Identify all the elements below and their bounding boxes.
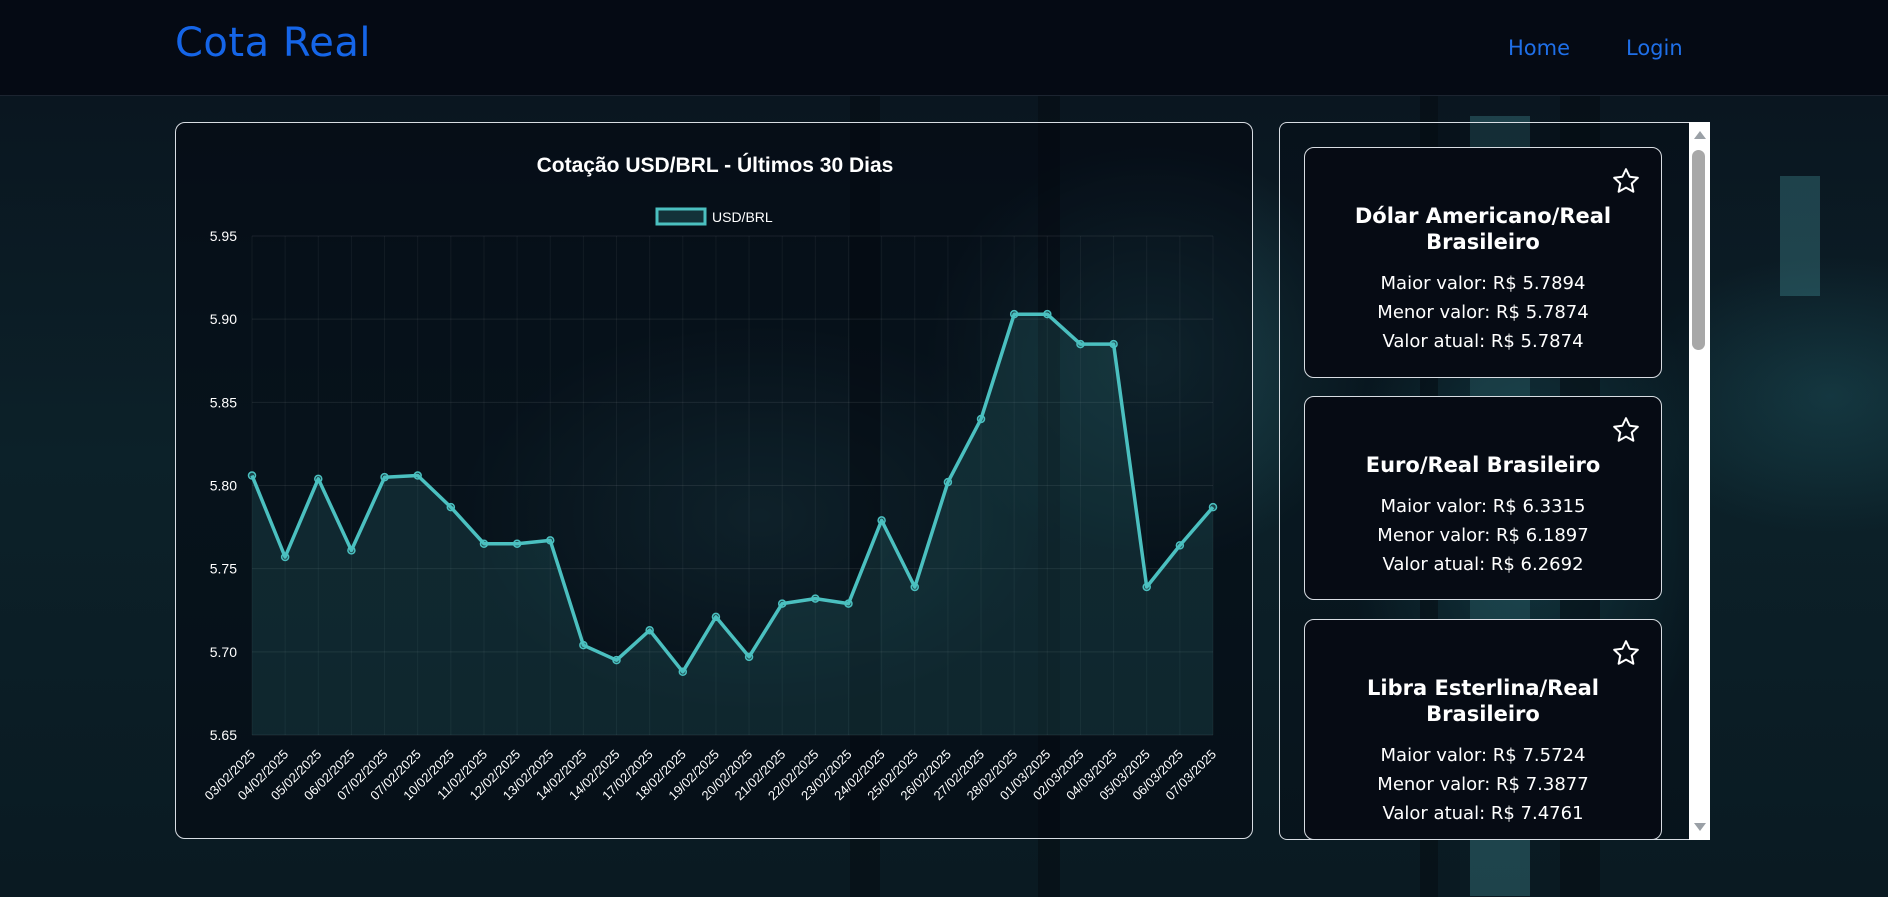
data-point [711, 612, 721, 622]
data-point [1175, 541, 1185, 550]
card-min-value: Menor valor: R$ 7.3877 [1377, 774, 1589, 795]
data-point [811, 594, 820, 603]
data-point [446, 502, 456, 512]
scroll-down-arrow-icon[interactable] [1694, 823, 1706, 831]
data-point [545, 536, 555, 545]
data-point [413, 471, 422, 480]
data-point [314, 474, 323, 484]
data-point [678, 667, 688, 677]
data-point [380, 472, 389, 482]
data-point [512, 539, 522, 548]
data-point [1043, 309, 1052, 319]
y-tick-label: 5.95 [210, 228, 237, 244]
data-point [579, 640, 588, 650]
star-outline-icon[interactable] [1611, 166, 1641, 196]
card-max-value: Maior valor: R$ 6.3315 [1380, 496, 1586, 517]
data-point [479, 539, 489, 548]
data-point [1208, 502, 1218, 512]
data-point [645, 625, 654, 635]
brand-logo[interactable]: Cota Real [175, 20, 371, 66]
data-point [910, 582, 920, 592]
currency-card-gbp[interactable]: Libra Esterlina/Real Brasileiro Maior va… [1304, 619, 1662, 840]
data-point [1109, 339, 1118, 349]
scroll-up-arrow-icon[interactable] [1694, 131, 1706, 139]
card-max-value: Maior valor: R$ 5.7894 [1380, 273, 1586, 294]
card-current-value: Valor atual: R$ 7.4761 [1382, 803, 1584, 824]
card-current-value: Valor atual: R$ 5.7874 [1382, 331, 1584, 352]
data-point [280, 552, 290, 562]
y-tick-label: 5.80 [210, 478, 237, 494]
chart-title: Cotação USD/BRL - Últimos 30 Dias [537, 153, 894, 177]
scroll-thumb[interactable] [1692, 150, 1705, 350]
currency-card-eur[interactable]: Euro/Real Brasileiro Maior valor: R$ 6.3… [1304, 396, 1662, 600]
y-tick-label: 5.85 [210, 394, 237, 410]
chart-legend[interactable]: USD/BRL [655, 207, 773, 226]
legend-swatch [655, 207, 707, 226]
star-outline-icon[interactable] [1611, 415, 1641, 445]
y-tick-label: 5.75 [210, 561, 237, 577]
chart-panel: 5.95 5.90 5.85 5.80 5.75 5.70 5.65 03/02/2025 0… [175, 122, 1253, 839]
data-point [1142, 582, 1151, 592]
card-max-value: Maior valor: R$ 7.5724 [1380, 745, 1586, 766]
data-point [347, 546, 356, 555]
y-tick-label: 5.90 [210, 311, 237, 327]
star-outline-icon[interactable] [1611, 638, 1641, 668]
nav-home-link[interactable]: Home [1508, 36, 1570, 60]
data-point [943, 477, 953, 487]
top-navbar: Cota Real Home Login [0, 0, 1888, 96]
card-title: Libra Esterlina/Real Brasileiro [1367, 676, 1599, 726]
card-title: Dólar Americano/Real Brasileiro [1354, 204, 1612, 254]
card-current-value: Valor atual: R$ 6.2692 [1382, 554, 1584, 575]
data-point [744, 652, 754, 662]
data-point [1009, 309, 1019, 319]
card-min-value: Menor valor: R$ 6.1897 [1377, 525, 1589, 546]
data-point [247, 471, 257, 480]
nav-login-link[interactable]: Login [1626, 36, 1683, 60]
y-tick-label: 5.65 [210, 727, 237, 743]
data-point [1076, 339, 1085, 349]
cards-scrollbar[interactable] [1689, 122, 1710, 840]
legend-label: USD/BRL [712, 209, 773, 225]
y-tick-label: 5.70 [210, 644, 237, 660]
card-min-value: Menor valor: R$ 5.7874 [1377, 302, 1589, 323]
currency-card-usd[interactable]: Dólar Americano/Real Brasileiro Maior va… [1304, 147, 1662, 378]
card-title: Euro/Real Brasileiro [1365, 453, 1601, 477]
data-point [777, 599, 787, 608]
data-point [844, 599, 853, 608]
series-area [252, 314, 1213, 735]
data-point [877, 516, 886, 525]
data-point [976, 414, 986, 424]
data-point [612, 655, 621, 665]
usd-brl-line-chart: 5.955.905.855.805.755.705.65 03/02/20250… [201, 153, 1219, 803]
